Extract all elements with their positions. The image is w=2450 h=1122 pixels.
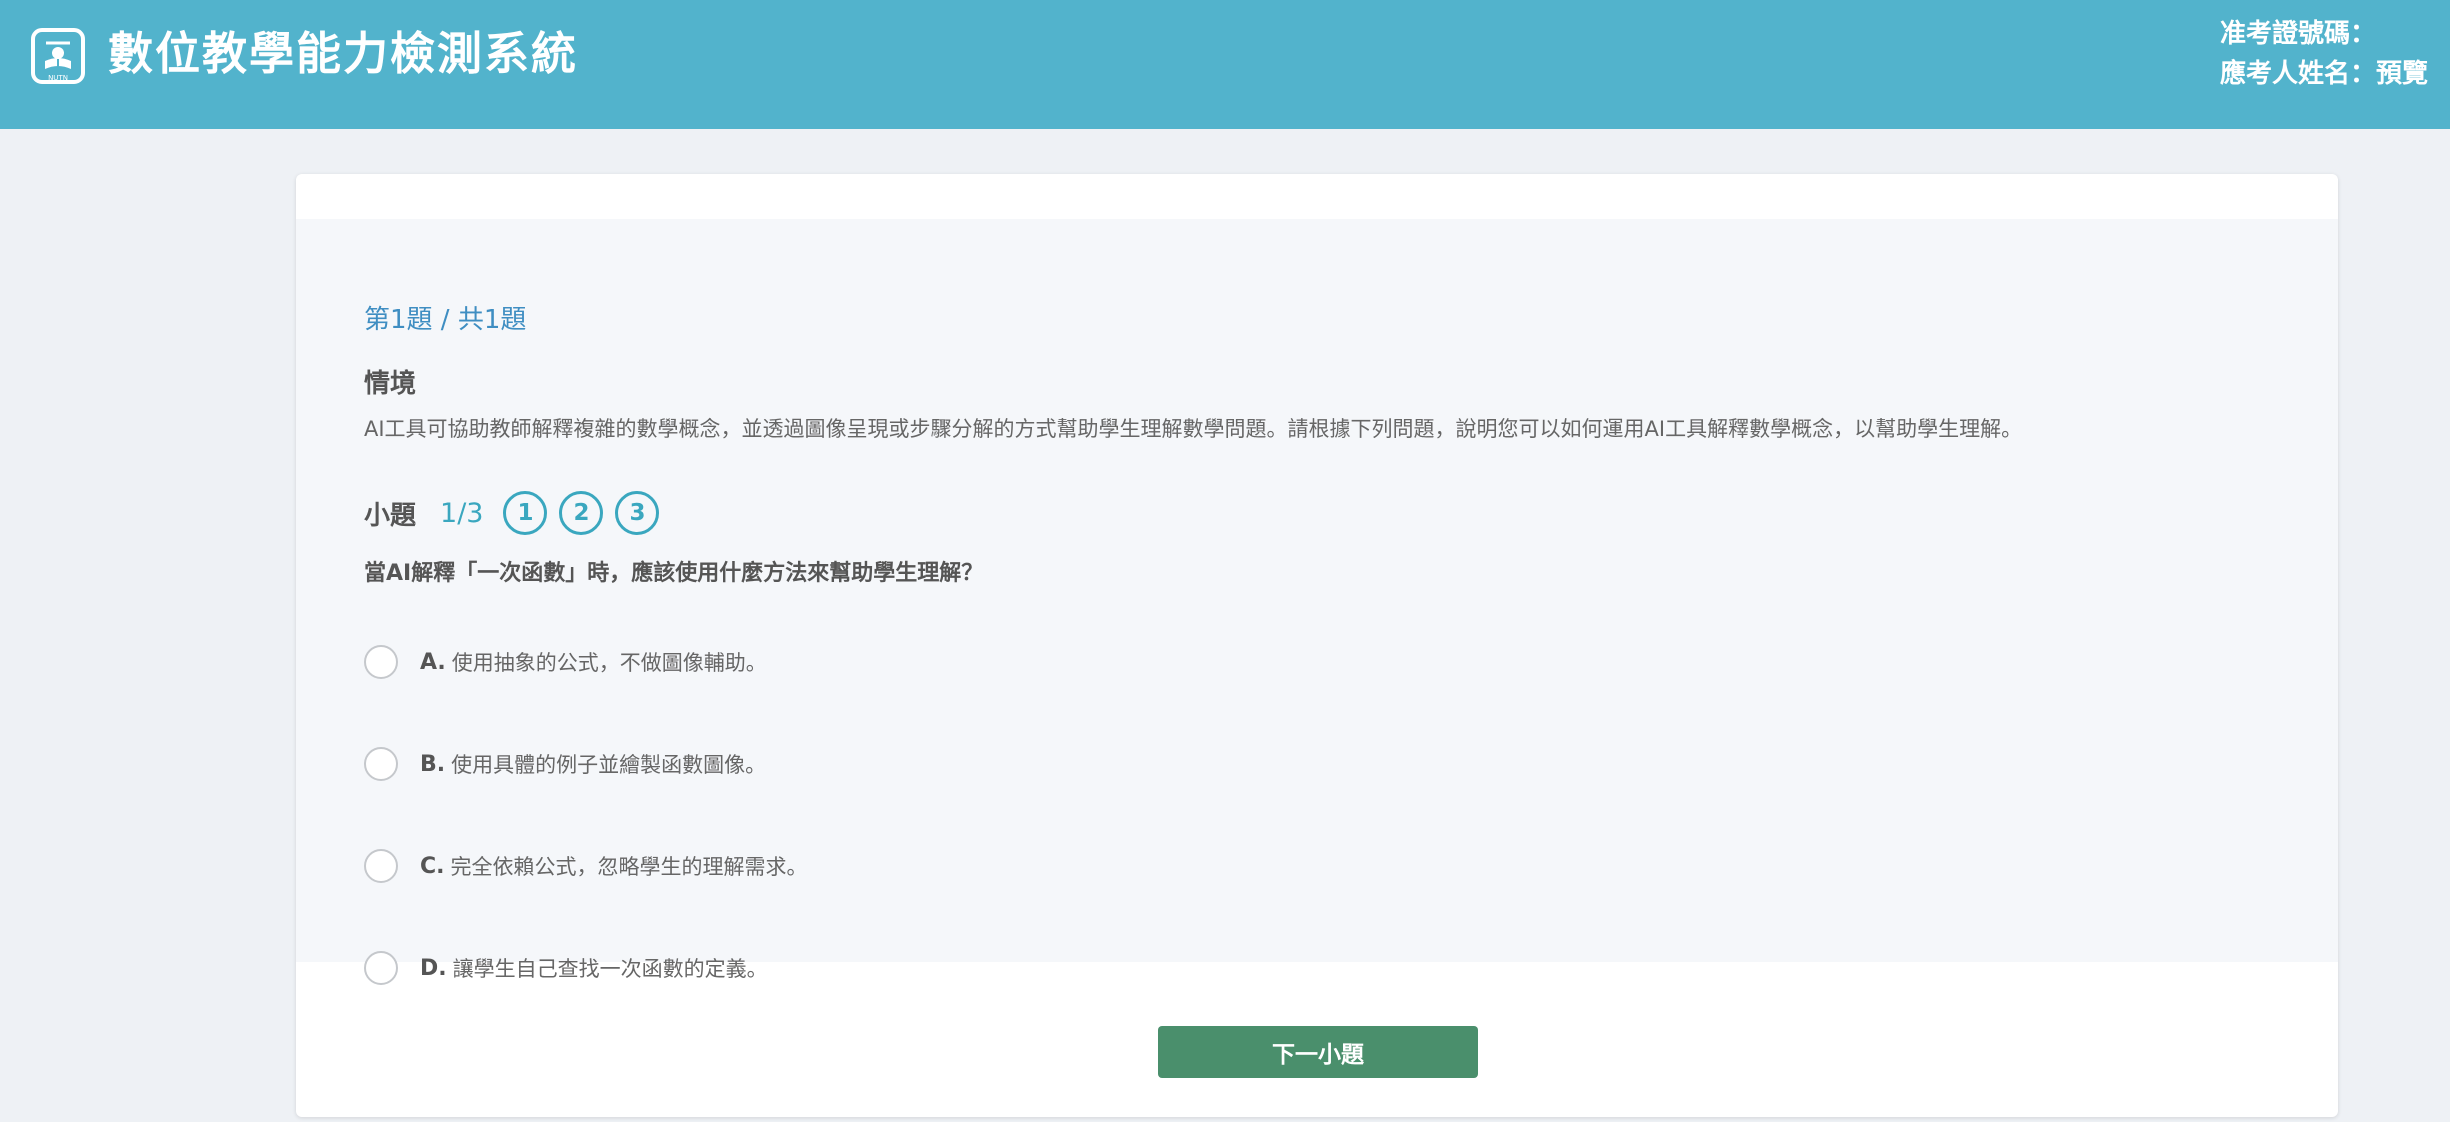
candidate-info: 准考證號碼： 應考人姓名：預覽 [2220,14,2428,94]
app-header: NUTN 數位教學能力檢測系統 准考證號碼： 應考人姓名：預覽 [0,0,2450,129]
sub-question-progress: 1/3 [440,497,484,529]
option-b-radio[interactable] [364,747,398,781]
admission-number-row: 准考證號碼： [2220,14,2428,54]
option-c[interactable]: C. 完全依賴公式，忽略學生的理解需求。 [364,848,808,884]
book-mascot-icon: NUTN [31,28,85,84]
option-d-letter: D. [420,955,447,981]
sub-question-label: 小題 [364,500,417,531]
option-a-letter: A. [420,649,446,675]
scenario-text: AI工具可協助教師解釋複雜的數學概念，並透過圖像呈現或步驟分解的方式幫助學生理解… [364,417,2023,441]
sub-question-button-1[interactable]: 1 [503,491,548,535]
option-c-radio[interactable] [364,849,398,883]
admission-number-label: 准考證號碼： [2219,19,2376,49]
app-title: 數位教學能力檢測系統 [108,27,579,80]
option-b-text: 使用具體的例子並繪製函數圖像。 [451,753,767,777]
option-b-letter: B. [420,751,446,777]
option-d[interactable]: D. 讓學生自己查找一次函數的定義。 [364,950,768,986]
scenario-label: 情境 [364,369,417,399]
candidate-name-value: 預覽 [2375,59,2428,89]
option-b[interactable]: B. 使用具體的例子並繪製函數圖像。 [364,746,766,782]
option-c-text: 完全依賴公式，忽略學生的理解需求。 [450,855,808,879]
sub-question-button-2[interactable]: 2 [559,491,604,535]
candidate-name-row: 應考人姓名：預覽 [2220,54,2428,94]
option-d-text: 讓學生自己查找一次函數的定義。 [452,957,768,981]
candidate-name-label: 應考人姓名： [2219,59,2376,89]
next-sub-question-button[interactable]: 下一小題 [1158,1026,1478,1078]
option-a[interactable]: A. 使用抽象的公式，不做圖像輔助。 [364,644,767,680]
question-progress: 第1題 / 共1題 [364,305,527,335]
option-a-text: 使用抽象的公式，不做圖像輔助。 [451,651,767,675]
sub-question-nav: 小題 1/3 1 2 3 [364,491,671,535]
question-text: 當AI解釋「一次函數」時，應該使用什麼方法來幫助學生理解？ [364,561,984,586]
logo-caption: NUTN [48,74,68,82]
question-panel: 第1題 / 共1題 情境 AI工具可協助教師解釋複雜的數學概念，並透過圖像呈現或… [296,219,2338,985]
exam-card: 第1題 / 共1題 情境 AI工具可協助教師解釋複雜的數學概念，並透過圖像呈現或… [296,174,2338,1117]
option-d-radio[interactable] [364,951,398,985]
option-c-letter: C. [420,853,445,879]
sub-question-button-3[interactable]: 3 [615,491,660,535]
option-a-radio[interactable] [364,645,398,679]
